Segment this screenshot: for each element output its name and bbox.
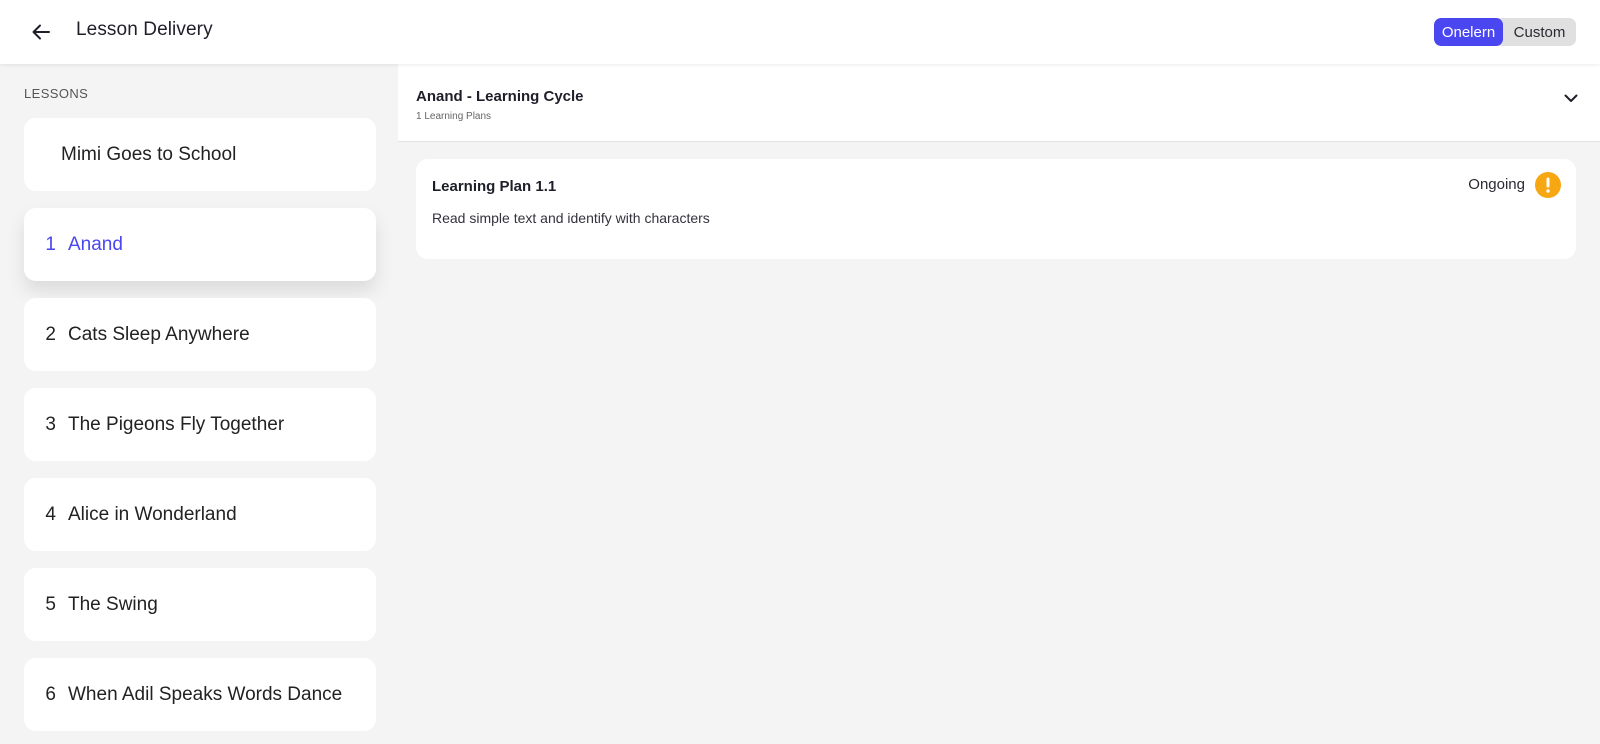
lesson-label: The Pigeons Fly Together bbox=[68, 413, 285, 435]
sidebar-heading: LESSONS bbox=[24, 86, 89, 101]
learning-plan-card[interactable]: Learning Plan 1.1 Read simple text and i… bbox=[416, 159, 1576, 259]
lesson-label: Anand bbox=[68, 233, 123, 255]
lesson-label: When Adil Speaks Words Dance bbox=[68, 683, 343, 705]
lesson-number: 2 bbox=[45, 323, 56, 345]
lesson-item-anand[interactable]: 1 Anand bbox=[24, 208, 376, 281]
arrow-left-icon bbox=[32, 24, 50, 40]
toggle-onelern-button[interactable]: Onelern bbox=[1434, 18, 1503, 46]
learning-plan-title: Learning Plan 1.1 bbox=[432, 178, 557, 195]
lesson-item-the-pigeons-fly-together[interactable]: 3 The Pigeons Fly Together bbox=[24, 388, 376, 461]
lesson-number: 3 bbox=[45, 413, 56, 435]
lesson-number: 1 bbox=[45, 233, 56, 255]
lesson-label: Cats Sleep Anywhere bbox=[68, 323, 250, 345]
lesson-item-alice-in-wonderland[interactable]: 4 Alice in Wonderland bbox=[24, 478, 376, 551]
lesson-label: Alice in Wonderland bbox=[68, 503, 237, 525]
learning-cycle-title: Anand - Learning Cycle bbox=[416, 88, 584, 105]
lesson-item-mimi-goes-to-school[interactable]: Mimi Goes to School bbox=[24, 118, 376, 191]
lesson-item-cats-sleep-anywhere[interactable]: 2 Cats Sleep Anywhere bbox=[24, 298, 376, 371]
lesson-label: The Swing bbox=[68, 593, 158, 615]
lessons-sidebar: LESSONS Mimi Goes to School 1 Anand 2 Ca… bbox=[0, 64, 396, 744]
learning-plan-status: Ongoing bbox=[1468, 176, 1525, 193]
lesson-label: Mimi Goes to School bbox=[61, 143, 237, 165]
learning-cycle-header[interactable]: Anand - Learning Cycle 1 Learning Plans bbox=[398, 64, 1600, 142]
lesson-number: 5 bbox=[45, 593, 56, 615]
back-button[interactable] bbox=[26, 18, 56, 46]
lesson-number: 6 bbox=[45, 683, 56, 705]
source-toggle: Onelern Custom bbox=[1434, 18, 1576, 46]
toggle-custom-button[interactable]: Custom bbox=[1503, 18, 1576, 46]
chevron-down-icon[interactable] bbox=[1562, 90, 1580, 106]
exclamation-circle-icon bbox=[1535, 172, 1561, 198]
page-title: Lesson Delivery bbox=[76, 19, 213, 40]
learning-plan-description: Read simple text and identify with chara… bbox=[432, 210, 710, 226]
lesson-number: 4 bbox=[45, 503, 56, 525]
lesson-item-when-adil-speaks-words-dance[interactable]: 6 When Adil Speaks Words Dance bbox=[24, 658, 376, 731]
lesson-item-the-swing[interactable]: 5 The Swing bbox=[24, 568, 376, 641]
app-header: Lesson Delivery Onelern Custom bbox=[0, 0, 1600, 64]
learning-plan-count: 1 Learning Plans bbox=[416, 111, 492, 122]
